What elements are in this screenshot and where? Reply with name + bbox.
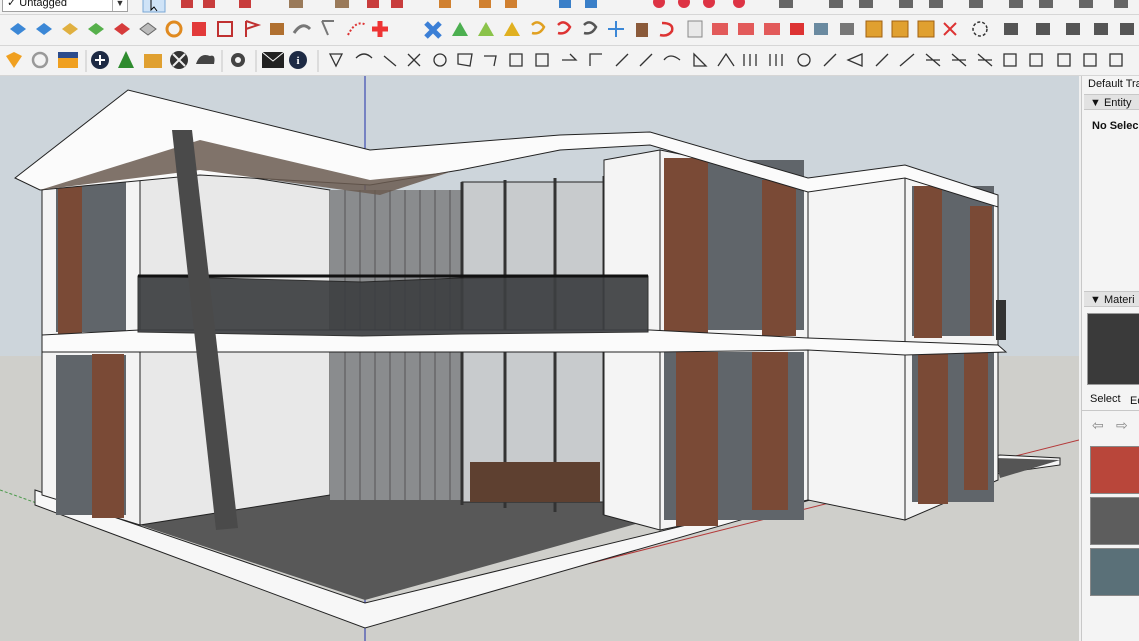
tag-dropdown-value: Untagged <box>19 0 67 9</box>
material-swatch-red[interactable] <box>1090 446 1139 494</box>
toolbar-bottom-icons[interactable]: i <box>0 46 1139 75</box>
shutter-right-upper-b <box>762 180 796 336</box>
entity-status: No Selec <box>1092 120 1139 132</box>
shutter-far-ground-b <box>964 352 988 490</box>
svg-text:i: i <box>296 55 299 67</box>
default-tray: Default Tra ▼ Entity No Selec ▼ Materi S… <box>1081 76 1139 641</box>
shutter-left-upper <box>58 182 82 336</box>
shutter-left-ground <box>92 354 124 518</box>
back-arrow-icon[interactable]: ⇦ <box>1092 417 1104 434</box>
house-model <box>0 76 1079 641</box>
tag-dropdown[interactable]: ✓ Untagged ▼ <box>2 0 128 12</box>
tab-select[interactable]: Select <box>1090 393 1121 405</box>
toolbar-middle-icons[interactable] <box>0 15 1139 45</box>
tray-title: Default Tra <box>1088 78 1139 90</box>
shutter-right-ground-a <box>676 352 718 526</box>
small-balcony <box>996 300 1006 340</box>
toolbar-row-top: ✓ Untagged ▼ <box>0 0 1139 15</box>
entity-info-panel-header[interactable]: ▼ Entity <box>1084 94 1139 110</box>
collapse-icon: ▼ <box>1090 294 1104 306</box>
interior-floor <box>470 462 600 502</box>
chevron-down-icon: ▼ <box>112 0 127 11</box>
model-viewport[interactable] <box>0 76 1079 641</box>
shutter-far-upper-b <box>970 206 992 336</box>
material-swatch-shingle[interactable] <box>1090 497 1139 545</box>
materials-panel-header[interactable]: ▼ Materi <box>1084 291 1139 307</box>
shutter-right-upper-a <box>664 158 708 334</box>
toolbar-row-middle <box>0 15 1139 46</box>
material-swatch-stone[interactable] <box>1090 548 1139 596</box>
material-preview <box>1087 313 1139 385</box>
collapse-icon: ▼ <box>1090 97 1104 109</box>
check-icon: ✓ <box>7 0 17 9</box>
shutter-far-ground-a <box>918 352 948 504</box>
toolbar-top-icons[interactable] <box>139 0 1139 14</box>
shutter-right-ground-b <box>752 352 788 510</box>
forward-arrow-icon[interactable]: ⇨ <box>1116 417 1128 434</box>
shutter-far-upper-a <box>914 186 942 338</box>
sandbox-icons <box>10 22 157 36</box>
toolbar-row-bottom: i <box>0 46 1139 76</box>
tab-edit[interactable]: Ed <box>1130 395 1139 407</box>
